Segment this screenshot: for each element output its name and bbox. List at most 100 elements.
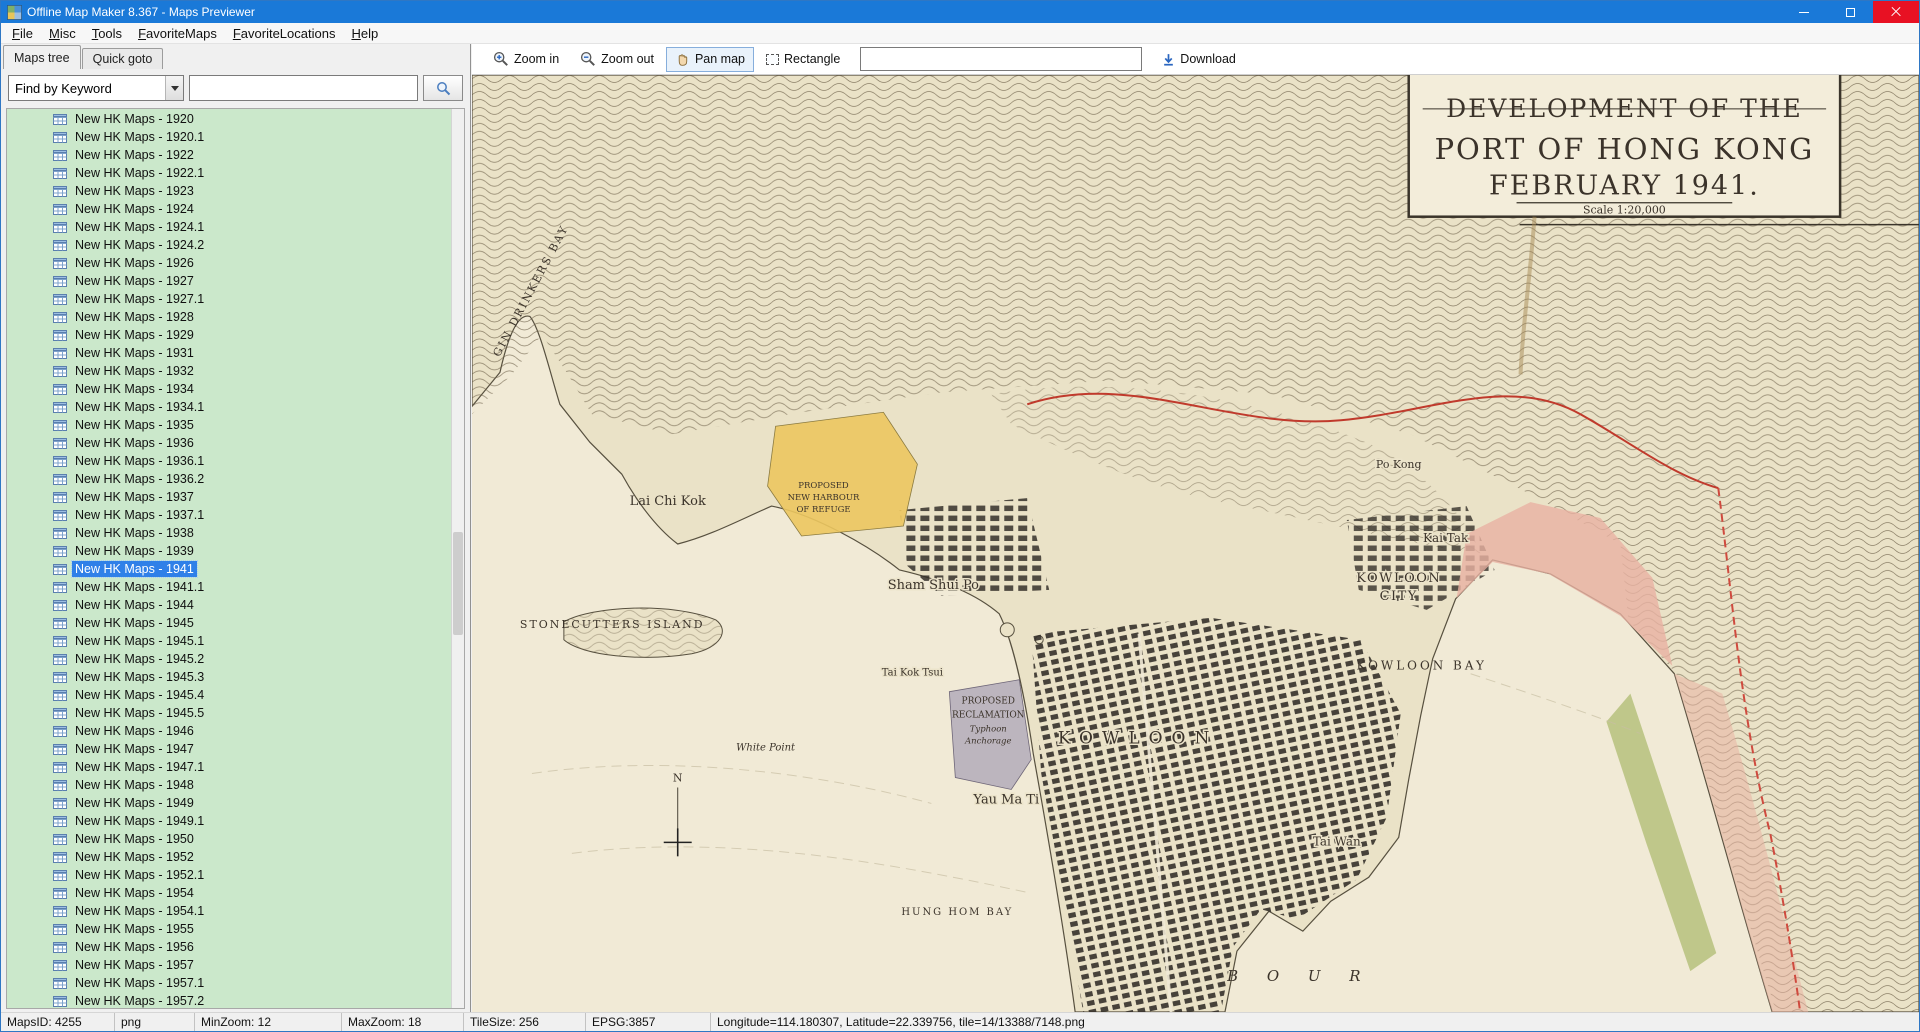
tree-item[interactable]: New HK Maps - 1956 xyxy=(7,938,451,956)
tree-item[interactable]: New HK Maps - 1938 xyxy=(7,524,451,542)
tree-item[interactable]: New HK Maps - 1947.1 xyxy=(7,758,451,776)
tree-item[interactable]: New HK Maps - 1920.1 xyxy=(7,128,451,146)
download-button[interactable]: Download xyxy=(1153,47,1245,71)
map-node-icon xyxy=(53,563,67,575)
tree-item[interactable]: New HK Maps - 1955 xyxy=(7,920,451,938)
tree-item[interactable]: New HK Maps - 1928 xyxy=(7,308,451,326)
tree-item-label: New HK Maps - 1923 xyxy=(72,183,197,199)
tree-item[interactable]: New HK Maps - 1932 xyxy=(7,362,451,380)
tree-item[interactable]: New HK Maps - 1952.1 xyxy=(7,866,451,884)
tree-item[interactable]: New HK Maps - 1926 xyxy=(7,254,451,272)
menu-item-help[interactable]: Help xyxy=(343,25,386,42)
tree-item[interactable]: New HK Maps - 1945.4 xyxy=(7,686,451,704)
tree-item-label: New HK Maps - 1948 xyxy=(72,777,197,793)
tree-item[interactable]: New HK Maps - 1957.2 xyxy=(7,992,451,1008)
menu-item-favoritelocations[interactable]: FavoriteLocations xyxy=(225,25,344,42)
map-node-icon xyxy=(53,545,67,557)
tree-item[interactable]: New HK Maps - 1945.5 xyxy=(7,704,451,722)
label-reclamation-3: Typhoon xyxy=(970,724,1007,734)
tree-item[interactable]: New HK Maps - 1923 xyxy=(7,182,451,200)
tree-item[interactable]: New HK Maps - 1945.2 xyxy=(7,650,451,668)
tree-item[interactable]: New HK Maps - 1920 xyxy=(7,110,451,128)
tree-item[interactable]: New HK Maps - 1957 xyxy=(7,956,451,974)
tab-maps-tree[interactable]: Maps tree xyxy=(3,45,81,69)
close-button[interactable] xyxy=(1873,1,1919,23)
tree-item[interactable]: New HK Maps - 1945 xyxy=(7,614,451,632)
map-node-icon xyxy=(53,527,67,539)
rectangle-button[interactable]: Rectangle xyxy=(757,47,849,71)
pan-map-label: Pan map xyxy=(695,52,745,66)
menubar: FileMiscToolsFavoriteMapsFavoriteLocatio… xyxy=(1,23,1919,44)
tree-item[interactable]: New HK Maps - 1936.2 xyxy=(7,470,451,488)
tree-item[interactable]: New HK Maps - 1924.2 xyxy=(7,236,451,254)
menu-item-favoritemaps[interactable]: FavoriteMaps xyxy=(130,25,225,42)
search-button[interactable] xyxy=(423,75,463,101)
maximize-button[interactable] xyxy=(1827,1,1873,23)
map-title-cartouche: DEVELOPMENT OF THE PORT OF HONG KONG FEB… xyxy=(1409,75,1840,217)
map-node-icon xyxy=(53,887,67,899)
tree-item-label: New HK Maps - 1937 xyxy=(72,489,197,505)
tree-item-label: New HK Maps - 1955 xyxy=(72,921,197,937)
tree-item[interactable]: New HK Maps - 1924 xyxy=(7,200,451,218)
map-title-line3: FEBRUARY 1941. xyxy=(1489,171,1760,202)
search-input[interactable] xyxy=(189,75,418,101)
tree-item[interactable]: New HK Maps - 1941 xyxy=(7,560,451,578)
tree-item[interactable]: New HK Maps - 1936 xyxy=(7,434,451,452)
pan-map-button[interactable]: Pan map xyxy=(666,47,754,72)
tree-item[interactable]: New HK Maps - 1954.1 xyxy=(7,902,451,920)
label-sham-shui-po: Sham Shui Po xyxy=(888,578,979,593)
tree-item[interactable]: New HK Maps - 1945.3 xyxy=(7,668,451,686)
menu-item-misc[interactable]: Misc xyxy=(41,25,84,42)
tree-scrollbar-thumb[interactable] xyxy=(453,532,463,635)
tree-item[interactable]: New HK Maps - 1934 xyxy=(7,380,451,398)
tree-item[interactable]: New HK Maps - 1934.1 xyxy=(7,398,451,416)
tree-item[interactable]: New HK Maps - 1944 xyxy=(7,596,451,614)
tab-quick-goto[interactable]: Quick goto xyxy=(82,48,164,69)
tree-item[interactable]: New HK Maps - 1922 xyxy=(7,146,451,164)
map-node-icon xyxy=(53,257,67,269)
tree-item-label: New HK Maps - 1922.1 xyxy=(72,165,207,181)
app-icon xyxy=(7,5,22,20)
tree-item[interactable]: New HK Maps - 1927.1 xyxy=(7,290,451,308)
tree-item[interactable]: New HK Maps - 1952 xyxy=(7,848,451,866)
find-mode-dropdown[interactable]: Find by Keyword xyxy=(8,75,184,101)
zoom-in-button[interactable]: Zoom in xyxy=(484,46,568,72)
tree-item[interactable]: New HK Maps - 1947 xyxy=(7,740,451,758)
tree-item-label: New HK Maps - 1936 xyxy=(72,435,197,451)
minimize-button[interactable] xyxy=(1781,1,1827,23)
stonecutters-texture xyxy=(564,608,722,657)
tree-item[interactable]: New HK Maps - 1946 xyxy=(7,722,451,740)
download-name-input[interactable] xyxy=(860,47,1142,71)
tree-item[interactable]: New HK Maps - 1922.1 xyxy=(7,164,451,182)
tree-item[interactable]: New HK Maps - 1945.1 xyxy=(7,632,451,650)
tree-item[interactable]: New HK Maps - 1950 xyxy=(7,830,451,848)
tree-item[interactable]: New HK Maps - 1949.1 xyxy=(7,812,451,830)
tree-item-label: New HK Maps - 1929 xyxy=(72,327,197,343)
tree-item-label: New HK Maps - 1920 xyxy=(72,111,197,127)
map-node-icon xyxy=(53,923,67,935)
menu-item-tools[interactable]: Tools xyxy=(84,25,130,42)
status-segment-0: MapsID: 4255 xyxy=(1,1013,115,1031)
tree-item[interactable]: New HK Maps - 1939 xyxy=(7,542,451,560)
tree-item[interactable]: New HK Maps - 1948 xyxy=(7,776,451,794)
tree-item-label: New HK Maps - 1920.1 xyxy=(72,129,207,145)
tree-item[interactable]: New HK Maps - 1937 xyxy=(7,488,451,506)
map-canvas[interactable]: DEVELOPMENT OF THE PORT OF HONG KONG FEB… xyxy=(472,75,1919,1012)
tree-item[interactable]: New HK Maps - 1924.1 xyxy=(7,218,451,236)
tree-item[interactable]: New HK Maps - 1929 xyxy=(7,326,451,344)
dropdown-arrow-button[interactable] xyxy=(165,76,183,100)
tree-item[interactable]: New HK Maps - 1936.1 xyxy=(7,452,451,470)
tree-item[interactable]: New HK Maps - 1949 xyxy=(7,794,451,812)
tree-item[interactable]: New HK Maps - 1931 xyxy=(7,344,451,362)
tree-scrollbar[interactable] xyxy=(451,109,464,1008)
tree-item[interactable]: New HK Maps - 1935 xyxy=(7,416,451,434)
tree-item-label: New HK Maps - 1949 xyxy=(72,795,197,811)
tree-item[interactable]: New HK Maps - 1954 xyxy=(7,884,451,902)
menu-item-file[interactable]: File xyxy=(4,25,41,42)
tree-item[interactable]: New HK Maps - 1927 xyxy=(7,272,451,290)
tree-item[interactable]: New HK Maps - 1957.1 xyxy=(7,974,451,992)
tree-item-label: New HK Maps - 1927 xyxy=(72,273,197,289)
zoom-out-button[interactable]: Zoom out xyxy=(571,46,663,72)
tree-item[interactable]: New HK Maps - 1941.1 xyxy=(7,578,451,596)
tree-item[interactable]: New HK Maps - 1937.1 xyxy=(7,506,451,524)
